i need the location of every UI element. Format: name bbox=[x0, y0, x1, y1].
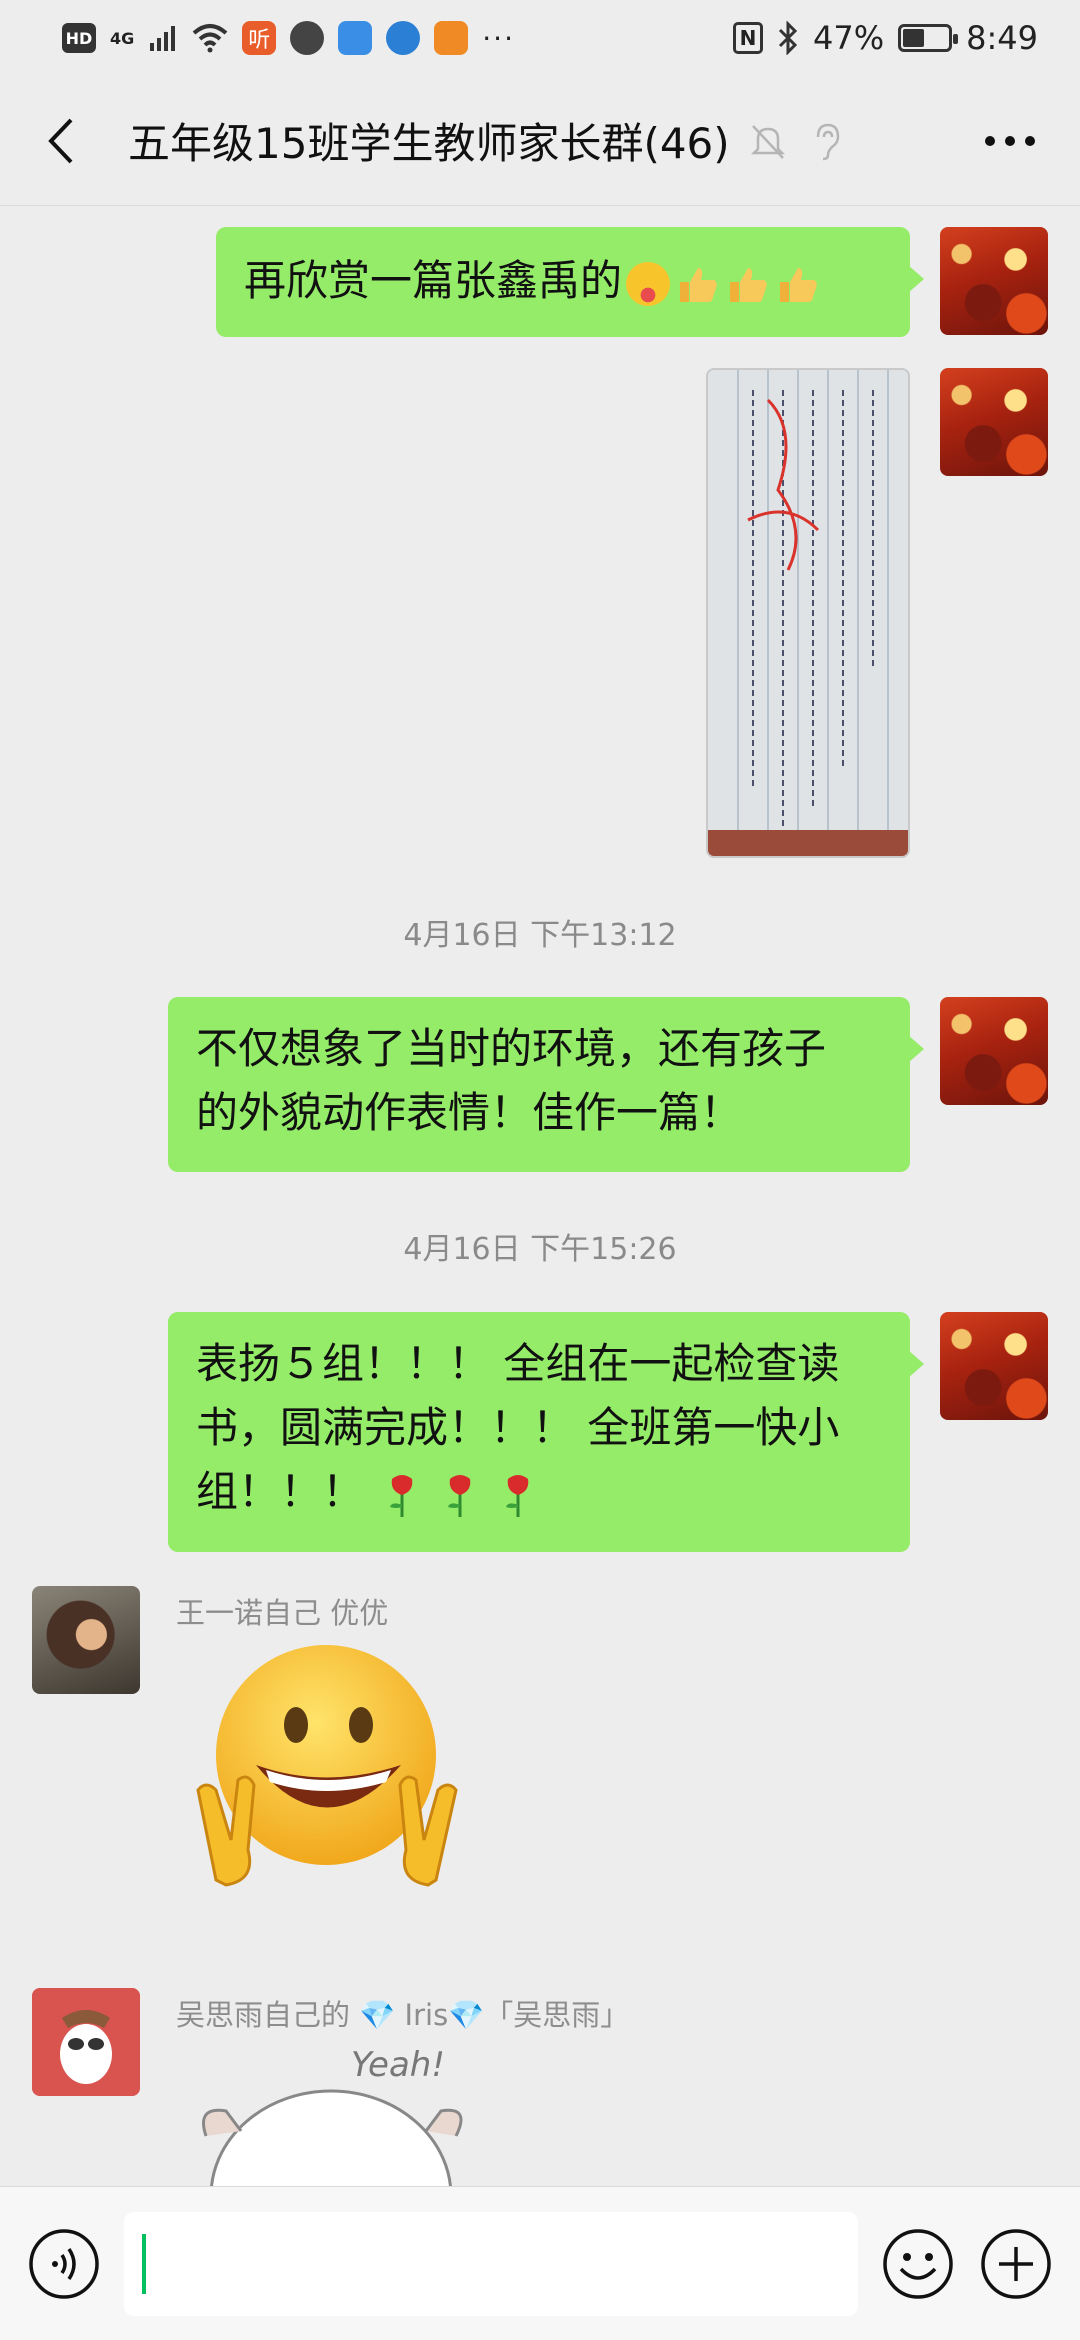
my-avatar[interactable] bbox=[940, 997, 1048, 1105]
rose-icon bbox=[390, 1474, 413, 1517]
message-text: 再欣赏一篇张鑫禹的 bbox=[244, 256, 623, 305]
listen-app-icon: 听 bbox=[242, 21, 277, 55]
wifi-icon bbox=[192, 24, 228, 53]
sticker-caption: Yeah! bbox=[351, 2045, 445, 2085]
sticker-message[interactable] bbox=[186, 1640, 476, 1890]
rose-icon bbox=[506, 1474, 529, 1517]
message-line: 书，圆满完成！！！ 全班第一快小 bbox=[196, 1403, 840, 1452]
wink-tongue-emoji-icon bbox=[626, 261, 671, 306]
message-bubble[interactable]: 表扬５组！！！ 全组在一起检查读 书，圆满完成！！！ 全班第一快小 组！！！ bbox=[168, 1312, 924, 1552]
text-cursor bbox=[142, 2233, 146, 2294]
message-bubble[interactable]: 再欣赏一篇张鑫禹的 bbox=[216, 227, 924, 337]
message-line: 表扬５组！！！ 全组在一起检查读 bbox=[196, 1339, 840, 1388]
my-avatar[interactable] bbox=[940, 1312, 1048, 1420]
battery-fill bbox=[903, 29, 924, 47]
voice-icon bbox=[29, 2228, 99, 2299]
message-timestamp: 4月16日 下午15:26 bbox=[403, 1232, 677, 1267]
status-bar-left: HD 4G 听 ··· bbox=[62, 21, 515, 55]
pig-yeah-sticker-icon: Yeah! bbox=[202, 2045, 463, 2186]
battery-percent: 47% bbox=[813, 19, 885, 57]
message-line: 的外貌动作表情！佳作一篇！ bbox=[196, 1088, 743, 1137]
hd-icon: HD bbox=[62, 23, 96, 53]
handwritten-essay-image bbox=[708, 370, 908, 856]
message-app-icon bbox=[338, 21, 373, 55]
signal-icon bbox=[150, 26, 176, 51]
sender-avatar[interactable] bbox=[32, 1988, 140, 2096]
message-line: 组！！！ bbox=[196, 1467, 365, 1516]
bluetooth-icon bbox=[778, 21, 798, 55]
more-dots-icon bbox=[985, 135, 1035, 146]
plus-icon bbox=[981, 2228, 1051, 2299]
more-notifications-icon: ··· bbox=[482, 21, 515, 55]
back-arrow-icon bbox=[48, 118, 73, 163]
message-input-wrapper bbox=[124, 2211, 858, 2316]
grinning-peace-sign-sticker-icon bbox=[196, 1645, 458, 1887]
raccoon-avatar-icon bbox=[32, 1988, 140, 2096]
chat-app-icon bbox=[290, 21, 325, 55]
thumbs-up-icon bbox=[680, 267, 717, 302]
chat-header: 五年级15班学生教师家长群(46) bbox=[0, 76, 1080, 206]
my-avatar[interactable] bbox=[940, 227, 1048, 335]
sender-avatar[interactable] bbox=[32, 1586, 140, 1694]
thumbs-up-icon bbox=[730, 267, 767, 302]
emoji-icon bbox=[883, 2228, 953, 2299]
clock: 8:49 bbox=[966, 19, 1038, 57]
header-status-icons bbox=[748, 121, 844, 161]
status-bar: HD 4G 听 ··· N 47% 8:49 bbox=[0, 0, 1080, 76]
image-message[interactable] bbox=[706, 368, 910, 858]
bell-muted-icon bbox=[750, 124, 785, 159]
message-timestamp: 4月16日 下午13:12 bbox=[403, 918, 677, 953]
video-app-icon bbox=[434, 21, 469, 55]
sticker-message[interactable]: Yeah! bbox=[186, 2036, 486, 2186]
more-button[interactable] bbox=[970, 101, 1050, 181]
my-avatar[interactable] bbox=[940, 368, 1048, 476]
network-type: 4G bbox=[110, 28, 135, 48]
rose-icon bbox=[448, 1474, 471, 1517]
nfc-icon: N bbox=[733, 22, 764, 54]
voice-button[interactable] bbox=[26, 2226, 102, 2302]
back-button[interactable] bbox=[30, 101, 90, 181]
ear-icon bbox=[816, 123, 839, 160]
battery-icon bbox=[898, 24, 959, 52]
thumbs-up-icon bbox=[780, 267, 817, 302]
message-input[interactable] bbox=[124, 2211, 858, 2316]
browser-app-icon bbox=[386, 21, 421, 55]
sender-name: 吴思雨自己的 💎 Iris💎「吴思雨」 bbox=[176, 1998, 630, 2032]
emoji-button[interactable] bbox=[880, 2226, 956, 2302]
chat-title[interactable]: 五年级15班学生教师家长群(46) bbox=[128, 110, 730, 171]
input-bar bbox=[0, 2186, 1080, 2340]
message-line: 不仅想象了当时的环境，还有孩子 bbox=[196, 1024, 827, 1073]
message-bubble[interactable]: 不仅想象了当时的环境，还有孩子 的外貌动作表情！佳作一篇！ bbox=[168, 997, 924, 1172]
status-bar-right: N 47% 8:49 bbox=[733, 19, 1038, 57]
sender-name: 王一诺自己 优优 bbox=[176, 1596, 389, 1630]
add-button[interactable] bbox=[978, 2226, 1054, 2302]
